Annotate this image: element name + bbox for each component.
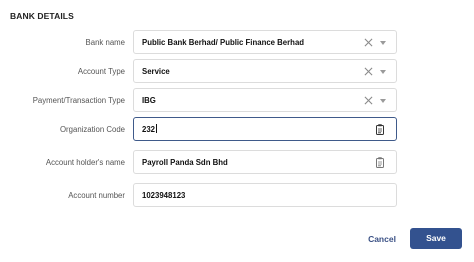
payment-type-row: Payment/Transaction Type IBG [0,88,474,114]
account-number-label: Account number [68,191,125,200]
chevron-down-icon[interactable] [380,41,386,45]
organization-code-value: 232 [142,124,158,134]
account-holder-input[interactable]: Payroll Panda Sdn Bhd [133,150,397,174]
account-holder-value: Payroll Panda Sdn Bhd [142,158,228,167]
close-icon[interactable] [364,67,373,76]
account-type-label: Account Type [77,67,125,76]
bank-name-row: Bank name Public Bank Berhad/ Public Fin… [0,30,474,56]
account-number-row: Account number 1023948123 [0,183,474,209]
bank-name-select[interactable]: Public Bank Berhad/ Public Finance Berha… [133,30,397,54]
account-number-input[interactable]: 1023948123 [133,183,397,207]
chevron-down-icon[interactable] [380,99,386,103]
payment-type-value: IBG [142,96,156,105]
document-icon [376,157,384,168]
payment-type-select[interactable]: IBG [133,88,397,112]
save-button[interactable]: Save [410,228,462,249]
close-icon[interactable] [364,96,373,105]
text-caret [156,124,158,134]
account-type-select[interactable]: Service [133,59,397,83]
payment-type-label: Payment/Transaction Type [32,96,125,105]
bank-name-value: Public Bank Berhad/ Public Finance Berha… [142,38,305,47]
cancel-button[interactable]: Cancel [364,230,400,248]
close-icon[interactable] [364,38,373,47]
section-title: BANK DETAILS [10,11,74,21]
account-holder-label: Account holder's name [45,158,125,167]
account-type-row: Account Type Service [0,59,474,85]
chevron-down-icon[interactable] [380,70,386,74]
organization-code-row: Organization Code 232 [0,117,474,143]
bank-name-label: Bank name [85,38,125,47]
account-type-value: Service [142,67,170,76]
organization-code-input[interactable]: 232 [133,117,397,141]
account-number-value: 1023948123 [142,191,186,200]
organization-code-label: Organization Code [59,125,125,134]
document-icon [376,124,384,135]
account-holder-row: Account holder's name Payroll Panda Sdn … [0,150,474,176]
